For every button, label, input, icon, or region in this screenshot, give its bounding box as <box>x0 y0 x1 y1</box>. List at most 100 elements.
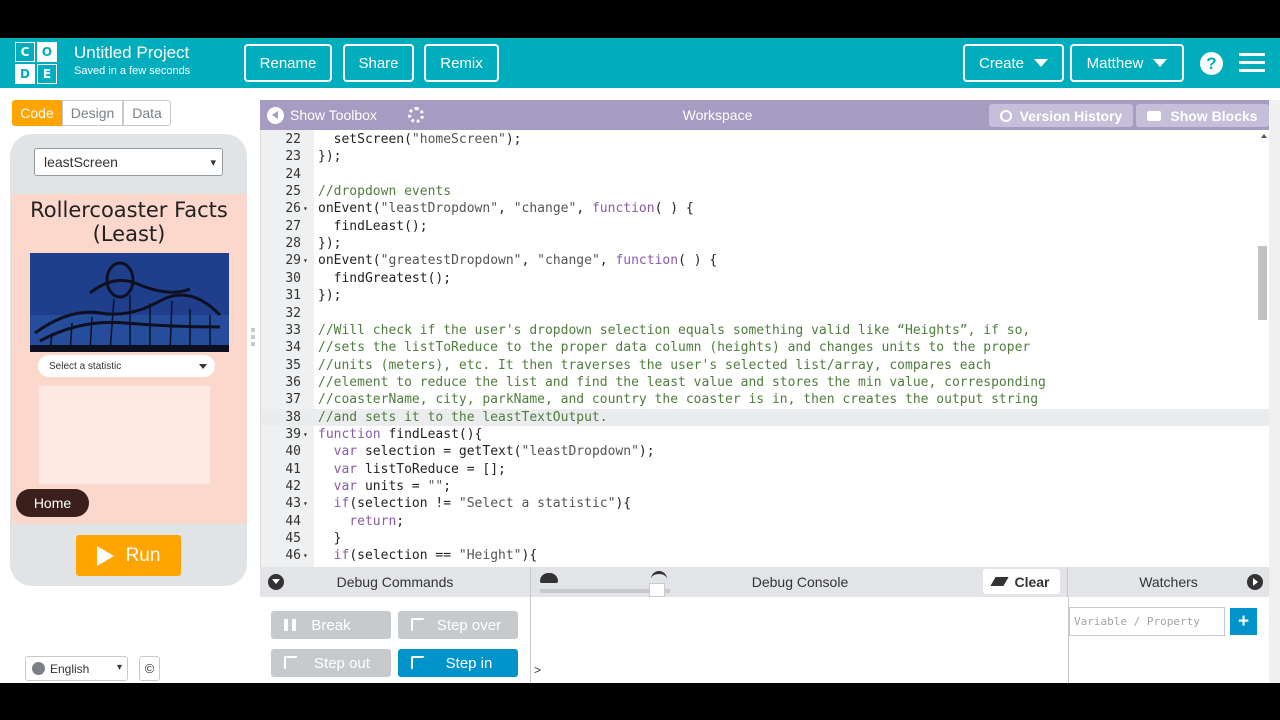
line-number: 23 <box>285 149 301 165</box>
clear-label: Clear <box>1014 573 1050 590</box>
step-in-button[interactable]: Step in <box>398 649 518 677</box>
step-in-icon <box>411 656 425 670</box>
code-line[interactable]: 41 var listToReduce = []; <box>261 461 1269 478</box>
line-number: 26 <box>285 201 301 217</box>
hamburger-menu-icon[interactable] <box>1239 53 1265 73</box>
show-blocks-button[interactable]: Show Blocks <box>1136 104 1269 127</box>
fold-arrow-icon[interactable]: ▾ <box>303 252 311 269</box>
code-line[interactable]: 26 ▾ onEvent("leastDropdown", "change", fu… <box>261 200 1269 217</box>
project-title: Untitled Project <box>74 43 190 62</box>
code-line[interactable]: 45 } <box>261 530 1269 547</box>
line-number: 35 <box>285 357 301 373</box>
collapse-icon[interactable] <box>268 574 284 590</box>
watchers-title: Watchers <box>1139 574 1198 590</box>
code-line[interactable]: 44 return; <box>261 513 1269 530</box>
add-watch-button[interactable]: + <box>1230 608 1257 635</box>
blocks-icon <box>1147 110 1162 121</box>
copyright-icon[interactable]: © <box>139 656 160 681</box>
code-line[interactable]: 22 setScreen("homeScreen"); <box>261 131 1269 148</box>
step-over-label: Step over <box>436 616 502 634</box>
least-dropdown[interactable]: Select a statistic <box>38 355 215 377</box>
code-line[interactable]: 40 var selection = getText("leastDropdow… <box>261 443 1269 460</box>
least-dropdown-value: Select a statistic <box>49 360 122 372</box>
run-button[interactable]: Run <box>76 535 181 576</box>
line-number: 39 <box>285 426 301 442</box>
rename-button[interactable]: Rename <box>244 44 332 82</box>
tab-code[interactable]: Code <box>12 100 62 126</box>
code-scrollbar-thumb[interactable] <box>1258 246 1267 320</box>
tab-design[interactable]: Design <box>62 100 123 126</box>
share-button[interactable]: Share <box>343 44 414 82</box>
step-out-button[interactable]: Step out <box>271 649 391 677</box>
console-prompt[interactable]: > <box>534 663 541 677</box>
code-line[interactable]: 36 //element to reduce the list and find … <box>261 374 1269 391</box>
code-line[interactable]: 39 ▾ function findLeast(){ <box>261 426 1269 443</box>
code-text: var listToReduce = []; <box>333 461 506 477</box>
code-line[interactable]: 30 findGreatest(); <box>261 270 1269 287</box>
left-panel: Code Design Data leastScreen ▾ Rollercoa… <box>0 88 260 683</box>
line-number: 28 <box>285 236 301 252</box>
resize-handle[interactable] <box>251 328 256 350</box>
code-text: }); <box>318 236 342 252</box>
remix-button[interactable]: Remix <box>424 44 499 82</box>
language-selector[interactable]: English ▾ <box>25 656 128 681</box>
line-number: 44 <box>285 513 301 529</box>
fold-arrow-icon[interactable]: ▾ <box>303 495 311 512</box>
code-line[interactable]: 35 //units (meters), etc. It then travers… <box>261 357 1269 374</box>
screen-selector[interactable]: leastScreen ▾ <box>34 148 223 176</box>
break-button[interactable]: Break <box>271 611 391 639</box>
workspace-header: Show Toolbox Workspace Version History S… <box>260 100 1269 130</box>
fold-arrow-icon[interactable]: ▾ <box>303 426 311 443</box>
code-line[interactable]: 43 ▾ if(selection != "Select a statistic"… <box>261 495 1269 512</box>
arrow-right-icon[interactable] <box>1247 574 1263 590</box>
code-text: } <box>318 531 342 547</box>
code-line[interactable]: 38 //and sets it to the leastTextOutput. <box>261 408 1269 426</box>
code-editor[interactable]: 22 setScreen("homeScreen"); 23}); 24 25//dr… <box>260 130 1269 590</box>
create-menu-button[interactable]: Create <box>963 44 1064 82</box>
code-line[interactable]: 23}); <box>261 148 1269 165</box>
line-number: 45 <box>285 531 301 547</box>
code-line[interactable]: 24 <box>261 166 1269 183</box>
caret-down-icon <box>1153 59 1168 67</box>
code-line[interactable]: 33 //Will check if the user's dropdown se… <box>261 322 1269 339</box>
least-text-output <box>38 385 211 485</box>
code-org-logo[interactable]: C O D E <box>15 42 57 84</box>
code-line[interactable]: 28}); <box>261 235 1269 252</box>
code-line[interactable]: 42 var units = ""; <box>261 478 1269 495</box>
create-label: Create <box>978 54 1025 72</box>
fold-arrow-icon[interactable]: ▾ <box>303 547 311 564</box>
step-over-button[interactable]: Step over <box>398 611 518 639</box>
divider <box>530 597 531 683</box>
home-button[interactable]: Home <box>16 489 89 517</box>
fold-arrow-icon[interactable]: ▾ <box>303 200 311 217</box>
screen-selector-value: leastScreen <box>44 154 118 170</box>
code-line[interactable]: 46 ▾ if(selection == "Height"){ <box>261 547 1269 564</box>
code-line[interactable]: 32 <box>261 305 1269 322</box>
logo-letter: E <box>37 64 57 84</box>
code-text: //and sets it to the leastTextOutput. <box>318 409 608 425</box>
rollercoaster-image <box>30 253 229 352</box>
code-text: findLeast(); <box>318 218 428 234</box>
run-label: Run <box>125 544 161 566</box>
code-line[interactable]: 37 //coasterName, city, parkName, and cou… <box>261 391 1269 408</box>
chevron-down-icon: ▾ <box>116 662 122 673</box>
scrollbar-track <box>1269 100 1280 683</box>
code-line[interactable]: 27 findLeast(); <box>261 218 1269 235</box>
code-text: //units (meters), etc. It then traverses… <box>318 357 992 373</box>
code-line[interactable]: 29 ▾ onEvent("greatestDropdown", "change",… <box>261 252 1269 269</box>
code-line[interactable]: 25 //dropdown events <box>261 183 1269 200</box>
code-line[interactable]: 31}); <box>261 287 1269 304</box>
tab-data[interactable]: Data <box>123 100 171 126</box>
help-icon[interactable]: ? <box>1200 52 1223 75</box>
speed-slider-thumb[interactable] <box>649 583 665 597</box>
code-line[interactable]: 34 //sets the listToReduce to the proper … <box>261 339 1269 356</box>
watch-variable-input[interactable]: Variable / Property <box>1069 607 1225 636</box>
scroll-up-icon[interactable] <box>1261 134 1267 138</box>
logo-letter: D <box>15 64 35 84</box>
debug-header: Debug Commands Debug Console Clear Watch… <box>260 567 1269 597</box>
clear-console-button[interactable]: Clear <box>983 569 1060 594</box>
version-history-button[interactable]: Version History <box>989 104 1133 127</box>
line-number: 25 <box>285 184 301 200</box>
step-out-label: Step out <box>314 654 370 672</box>
user-menu-button[interactable]: Matthew <box>1070 44 1184 82</box>
